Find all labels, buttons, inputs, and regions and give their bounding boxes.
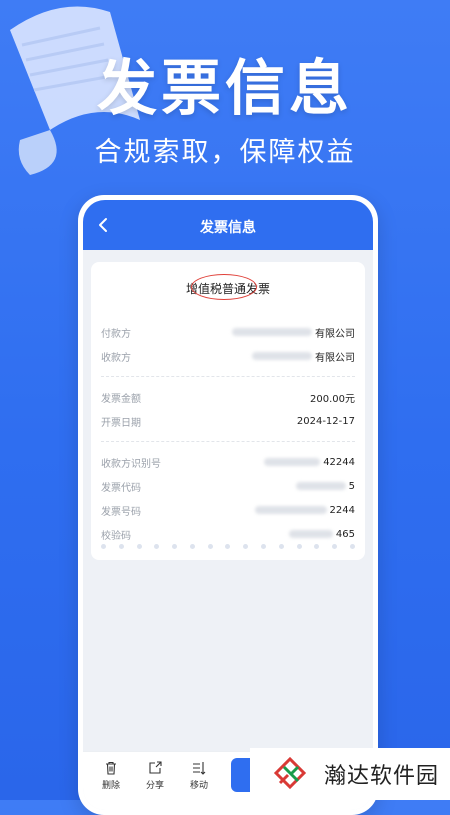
payee-tax-id-suffix: 42244 bbox=[323, 456, 355, 468]
trash-icon bbox=[106, 761, 116, 775]
payer-value-suffix: 有限公司 bbox=[315, 328, 355, 340]
payee-label: 收款方 bbox=[101, 352, 131, 364]
delete-label: 删除 bbox=[101, 781, 120, 791]
hero-subtitle: 合规索取，保障权益 bbox=[94, 137, 356, 168]
invoice-card: 增值税普通发票 付款方 有限公司 收款方 有限公司 发票金额 200.00元 开… bbox=[91, 262, 365, 560]
phone-frame: 发票信息 增值税普通发票 付款方 有限公司 收款方 有限公司 发票金额 200.… bbox=[78, 195, 378, 815]
payee-row: 收款方 有限公司 bbox=[101, 344, 355, 368]
payer-row: 付款方 有限公司 bbox=[101, 320, 355, 344]
invoice-code-label: 发票代码 bbox=[101, 482, 141, 494]
move-icon bbox=[193, 762, 206, 775]
move-button[interactable]: 移动 bbox=[179, 760, 219, 791]
redacted-text bbox=[232, 328, 312, 336]
invoice-number-value: 2244 bbox=[254, 504, 355, 516]
delete-button[interactable]: 删除 bbox=[91, 760, 131, 791]
app-title: 发票信息 bbox=[200, 220, 256, 236]
site-watermark: 瀚达软件园 bbox=[250, 748, 450, 800]
payer-label: 付款方 bbox=[101, 328, 131, 340]
divider bbox=[101, 441, 355, 442]
receipt-perforation bbox=[101, 544, 355, 550]
chevron-left-icon[interactable] bbox=[93, 214, 115, 236]
invoice-code-value: 5 bbox=[295, 480, 355, 492]
invoice-fields: 付款方 有限公司 收款方 有限公司 发票金额 200.00元 开票日期 2024… bbox=[101, 320, 355, 546]
app-bar: 发票信息 bbox=[83, 200, 373, 250]
share-icon bbox=[149, 761, 162, 774]
redacted-text bbox=[288, 530, 333, 538]
stamp-ellipse bbox=[191, 274, 257, 300]
redacted-text bbox=[252, 352, 312, 360]
watermark-text: 瀚达软件园 bbox=[324, 764, 440, 789]
issue-date-row: 开票日期 2024-12-17 bbox=[101, 409, 355, 433]
move-label: 移动 bbox=[189, 781, 208, 791]
amount-value: 200.00元 bbox=[310, 393, 355, 405]
hero-title: 发票信息 bbox=[97, 54, 353, 124]
payee-value: 有限公司 bbox=[252, 349, 355, 364]
payer-value: 有限公司 bbox=[232, 325, 355, 340]
check-code-row: 校验码 465 bbox=[101, 522, 355, 546]
invoice-number-suffix: 2244 bbox=[329, 504, 355, 516]
payee-tax-id-value: 42244 bbox=[264, 457, 355, 468]
amount-label: 发票金额 bbox=[101, 393, 141, 405]
invoice-number-row: 发票号码 2244 bbox=[101, 498, 355, 522]
issue-date-label: 开票日期 bbox=[101, 417, 141, 429]
payee-tax-id-label: 收款方识别号 bbox=[101, 458, 161, 470]
phone-screen: 发票信息 增值税普通发票 付款方 有限公司 收款方 有限公司 发票金额 200.… bbox=[83, 200, 373, 810]
check-code-label: 校验码 bbox=[101, 530, 131, 542]
invoice-number-label: 发票号码 bbox=[101, 506, 141, 518]
redacted-text bbox=[264, 458, 321, 466]
payee-tax-id-row: 收款方识别号 42244 bbox=[101, 450, 355, 474]
payee-value-suffix: 有限公司 bbox=[315, 352, 355, 364]
divider bbox=[101, 376, 355, 377]
check-code-suffix: 465 bbox=[335, 528, 355, 540]
share-label: 分享 bbox=[145, 781, 164, 791]
invoice-code-suffix: 5 bbox=[348, 480, 355, 492]
invoice-type-title: 增值税普通发票 bbox=[91, 274, 365, 300]
redacted-text bbox=[295, 482, 346, 490]
watermark-logo-icon bbox=[273, 756, 307, 790]
amount-row: 发票金额 200.00元 bbox=[101, 385, 355, 409]
share-button[interactable]: 分享 bbox=[135, 760, 175, 791]
invoice-code-row: 发票代码 5 bbox=[101, 474, 355, 498]
check-code-value: 465 bbox=[288, 528, 355, 540]
redacted-text bbox=[254, 506, 327, 514]
issue-date-value: 2024-12-17 bbox=[296, 415, 355, 427]
